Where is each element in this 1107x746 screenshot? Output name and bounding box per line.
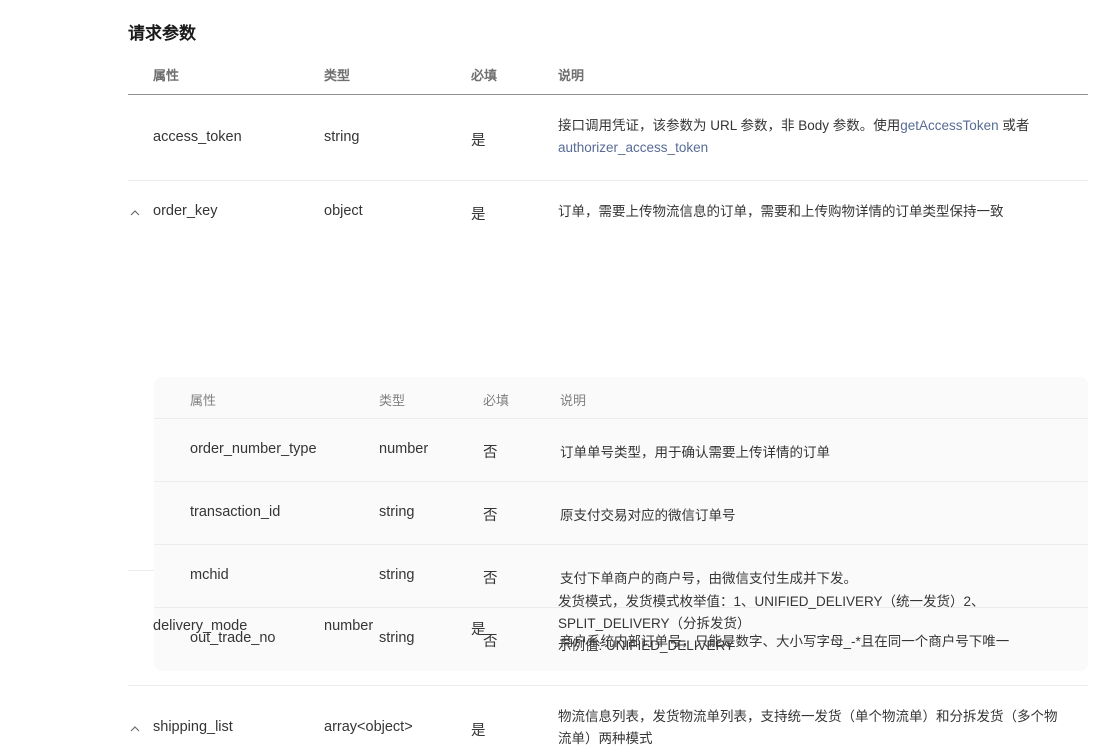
table-header: 属性 类型 必填 说明: [128, 58, 1088, 95]
param-required: 是: [471, 133, 486, 149]
param-name: access_token: [153, 129, 242, 145]
param-required: 否: [483, 445, 498, 461]
param-desc: 原支付交易对应的微信订单号: [560, 508, 736, 523]
desc-line: 示例值: UNIFIED_DELIVERY: [558, 638, 735, 653]
desc-line: 物流信息列表，发货物流单列表，支持统一发货（单个物流单）和分拆发货（多个物: [558, 709, 1058, 724]
header-desc: 说明: [558, 68, 585, 83]
desc-text-or: 或者: [998, 118, 1030, 133]
param-required: 是: [471, 622, 486, 638]
collapse-chevron-up-icon[interactable]: [128, 722, 142, 736]
param-desc: 物流信息列表，发货物流单列表，支持统一发货（单个物流单）和分拆发货（多个物 流单…: [558, 706, 1083, 746]
desc-text: 接口调用凭证，该参数为 URL 参数，非 Body 参数。使用: [558, 118, 901, 133]
param-required: 是: [471, 207, 486, 223]
nested-row-transaction-id: transaction_id string 否 原支付交易对应的微信订单号: [154, 482, 1088, 545]
param-desc: 订单，需要上传物流信息的订单，需要和上传购物详情的订单类型保持一致: [558, 204, 1004, 219]
section-title: 请求参数: [128, 24, 196, 43]
header-attr: 属性: [153, 68, 180, 83]
table-row-delivery-mode: delivery_mode number 是 发货模式，发货模式枚举值：1、UN…: [128, 571, 1088, 686]
param-type: array<object>: [324, 719, 413, 735]
collapse-chevron-up-icon[interactable]: [128, 206, 142, 220]
header-type: 类型: [324, 68, 351, 83]
param-required: 是: [471, 723, 486, 739]
param-name: order_key: [153, 203, 218, 219]
param-name: transaction_id: [190, 504, 281, 520]
param-required: 否: [483, 508, 498, 524]
param-type: string: [324, 129, 360, 145]
param-name: shipping_list: [153, 719, 233, 735]
param-name: order_number_type: [190, 441, 317, 457]
authorizer-access-token-link[interactable]: authorizer_access_token: [558, 140, 708, 155]
header-required: 必填: [471, 68, 498, 83]
nested-header-attr: 属性: [190, 393, 217, 408]
api-doc-page: 请求参数 属性 类型 必填 说明 access_token string 是 接…: [0, 0, 1107, 746]
table-row-access-token: access_token string 是 接口调用凭证，该参数为 URL 参数…: [128, 95, 1088, 181]
param-type: number: [379, 441, 429, 457]
table-row-shipping-list: shipping_list array<object> 是 物流信息列表，发货物…: [128, 686, 1088, 746]
param-name: delivery_mode: [153, 618, 248, 634]
desc-line: 发货模式，发货模式枚举值：1、UNIFIED_DELIVERY（统一发货）2、: [558, 594, 985, 609]
nested-table-header: 属性 类型 必填 说明: [154, 377, 1088, 419]
desc-line: SPLIT_DELIVERY（分拆发货）: [558, 616, 751, 631]
nested-header-required: 必填: [483, 393, 510, 408]
param-type: string: [379, 504, 415, 520]
table-row-order-key: order_key object 是 订单，需要上传物流信息的订单，需要和上传购…: [128, 181, 1088, 671]
param-desc: 接口调用凭证，该参数为 URL 参数，非 Body 参数。使用getAccess…: [558, 115, 1083, 159]
nested-header-desc: 说明: [560, 393, 587, 408]
params-table: 属性 类型 必填 说明 access_token string 是 接口调用凭证…: [128, 58, 1088, 746]
param-type: object: [324, 203, 363, 219]
param-desc: 订单单号类型，用于确认需要上传详情的订单: [560, 445, 830, 460]
nested-row-order-number-type: order_number_type number 否 订单单号类型，用于确认需要…: [154, 419, 1088, 482]
param-type: number: [324, 618, 374, 634]
get-access-token-link[interactable]: getAccessToken: [900, 118, 998, 133]
nested-header-type: 类型: [379, 393, 406, 408]
param-desc: 发货模式，发货模式枚举值：1、UNIFIED_DELIVERY（统一发货）2、 …: [558, 591, 1083, 657]
desc-line: 流单）两种模式: [558, 731, 653, 746]
